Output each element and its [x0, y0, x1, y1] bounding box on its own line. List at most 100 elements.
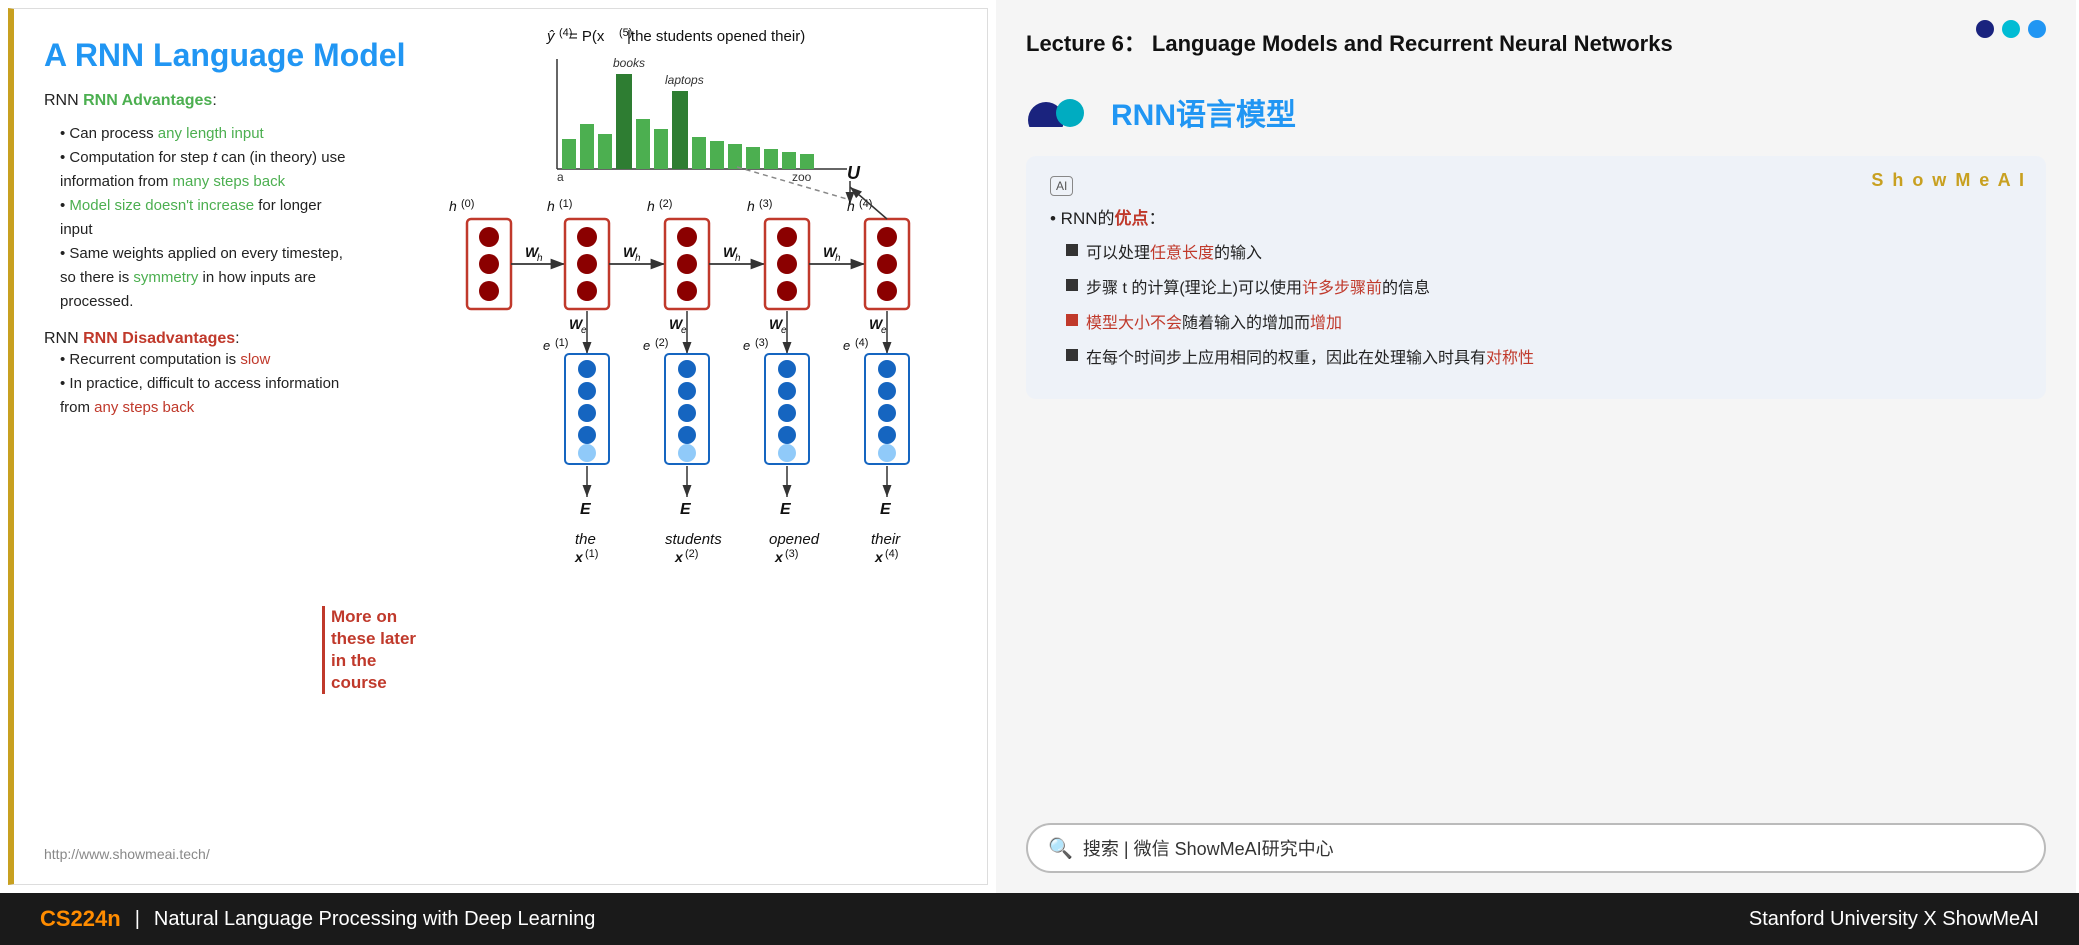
- footer-left: CS224n | Natural Language Processing wit…: [40, 906, 595, 932]
- dot-1: [1976, 20, 1994, 38]
- footer-separator: |: [135, 908, 140, 931]
- cn-bullet-4: 在每个时间步上应用相同的权重，因此在处理输入时具有对称性: [1066, 345, 2022, 374]
- svg-text:h: h: [747, 198, 755, 214]
- dis-item-1: Recurrent computation is slow: [60, 348, 354, 372]
- svg-text:e: e: [843, 338, 850, 353]
- disadvantages-section: RNN RNN Disadvantages:: [44, 330, 354, 348]
- svg-text:(1): (1): [559, 198, 572, 210]
- svg-text:e: e: [743, 338, 750, 353]
- svg-text:a: a: [557, 170, 564, 184]
- disadvantages-list: Recurrent computation is slow In practic…: [44, 348, 354, 420]
- svg-text:U: U: [847, 163, 861, 183]
- dis-colon: :: [235, 330, 239, 347]
- sq-bullet-3: [1066, 314, 1078, 326]
- advantage-item-2: Computation for step t can (in theory) u…: [60, 146, 354, 194]
- svg-text:x: x: [774, 549, 784, 565]
- advantage-item-4: Same weights applied on every timestep, …: [60, 242, 354, 314]
- sq-bullet-4: [1066, 349, 1078, 361]
- svg-text:(3): (3): [785, 548, 798, 560]
- cn-bullet-4-text: 在每个时间步上应用相同的权重，因此在处理输入时具有对称性: [1086, 345, 1534, 374]
- dot-3: [2028, 20, 2046, 38]
- svg-text:E: E: [780, 501, 792, 518]
- advantages-list: Can process any length input Computation…: [44, 122, 354, 314]
- advantage-item-1: Can process any length input: [60, 122, 354, 146]
- search-bar-container[interactable]: 🔍 搜索 | 微信 ShowMeAI研究中心: [1026, 803, 2046, 873]
- showmeai-card: AI S h o w M e A I • RNN的优点： 可以处理任意长度的输入…: [1026, 156, 2046, 400]
- svg-text:opened: opened: [769, 531, 820, 548]
- cn-bullet-2: 步骤 t 的计算(理论上)可以使用许多步骤前的信息: [1066, 275, 2022, 304]
- search-text: 搜索 | 微信 ShowMeAI研究中心: [1083, 835, 1334, 861]
- cn-bullet-1: 可以处理任意长度的输入: [1066, 240, 2022, 269]
- svg-text:e: e: [543, 338, 550, 353]
- svg-text:students: students: [665, 531, 722, 548]
- any-steps-back-text: any steps back: [94, 399, 194, 416]
- svg-text:(2): (2): [655, 337, 668, 349]
- cn-bullet-3: 模型大小不会随着输入的增加而增加: [1066, 310, 2022, 339]
- youdin-text: 优点: [1115, 209, 1149, 228]
- svg-text:(2): (2): [685, 548, 698, 560]
- duichengxing-text: 对称性: [1486, 350, 1534, 367]
- right-panel: Lecture 6： Language Models and Recurrent…: [996, 0, 2076, 893]
- svg-text:(2): (2): [659, 198, 672, 210]
- sq-bullet-2: [1066, 279, 1078, 291]
- showmeai-brand: S h o w M e A I: [1871, 170, 2026, 191]
- rnn-chinese-title: RNN语言模型: [1111, 90, 1296, 134]
- svg-text:laptops: laptops: [665, 73, 704, 87]
- svg-text:E: E: [580, 501, 592, 518]
- lecture-title-container: Lecture 6： Language Models and Recurrent…: [1026, 20, 1673, 59]
- svg-text:the: the: [575, 531, 596, 548]
- svg-text:(3): (3): [759, 198, 772, 210]
- svg-text:|the students opened their): |the students opened their): [627, 28, 805, 45]
- search-icon: 🔍: [1048, 836, 1073, 861]
- right-top-section: RNN语言模型: [1026, 85, 2046, 140]
- footer-right: Stanford University X ShowMeAI: [1749, 908, 2039, 931]
- svg-text:e: e: [881, 325, 887, 336]
- left-text-content: RNN RNN Advantages: Can process any leng…: [44, 92, 354, 420]
- footer-course-title: Natural Language Processing with Deep Le…: [154, 908, 595, 931]
- svg-text:(1): (1): [585, 548, 598, 560]
- chinese-content: • RNN的优点： 可以处理任意长度的输入 步骤 t 的计算(理论上)可以使用许…: [1050, 204, 2022, 374]
- svg-text:e: e: [781, 325, 787, 336]
- rnn-dis-label: RNN: [44, 330, 83, 347]
- cn-bullet-3-text: 模型大小不会随着输入的增加而增加: [1086, 310, 1342, 339]
- footer: CS224n | Natural Language Processing wit…: [0, 893, 2079, 945]
- svg-text:(4): (4): [855, 337, 868, 349]
- svg-text:(4): (4): [885, 548, 898, 560]
- advantages-colon: :: [212, 92, 216, 109]
- symmetry-text: symmetry: [133, 269, 198, 286]
- many-steps-text: many steps back: [173, 173, 286, 190]
- formula-text: ŷ: [546, 28, 556, 45]
- svg-text:books: books: [613, 56, 645, 70]
- svg-text:h: h: [835, 253, 841, 264]
- svg-text:h: h: [735, 253, 741, 264]
- dot-2: [2002, 20, 2020, 38]
- svg-text:E: E: [680, 501, 692, 518]
- svg-text:e: e: [643, 338, 650, 353]
- xueduo-text: 许多步骤前: [1302, 280, 1382, 297]
- model-size-text: Model size doesn't increase: [69, 197, 254, 214]
- svg-text:e: e: [681, 325, 687, 336]
- rnn-advantages-cn: • RNN的优点：: [1050, 204, 2022, 235]
- rnn-label: RNN: [44, 92, 83, 109]
- dis-item-2: In practice, difficult to access informa…: [60, 372, 354, 420]
- svg-text:x: x: [674, 549, 684, 565]
- svg-text:= P(x: = P(x: [569, 28, 605, 45]
- svg-text:h: h: [547, 198, 555, 214]
- svg-text:h: h: [847, 198, 855, 214]
- slide-url: http://www.showmeai.tech/: [44, 846, 210, 862]
- cs-label: CS224n: [40, 906, 121, 932]
- lecture-title: Lecture 6： Language Models and Recurrent…: [1026, 20, 1673, 59]
- svg-text:(1): (1): [555, 337, 568, 349]
- svg-text:x: x: [874, 549, 884, 565]
- moxing-text: 模型大小不会: [1086, 315, 1182, 332]
- renyichang-text: 任意长度: [1150, 245, 1214, 262]
- more-on-later-text: More onthese laterin thecourse: [322, 606, 416, 694]
- svg-text:e: e: [581, 325, 587, 336]
- right-header: Lecture 6： Language Models and Recurrent…: [1026, 20, 2046, 59]
- showmeai-logo: [1026, 85, 1091, 140]
- slow-text: slow: [240, 351, 270, 368]
- svg-text:(3): (3): [755, 337, 768, 349]
- search-bar[interactable]: 🔍 搜索 | 微信 ShowMeAI研究中心: [1026, 823, 2046, 873]
- ai-icon: AI: [1050, 176, 1073, 196]
- diagram-container: ŷ (4) = P(x (5) |the students opened the…: [437, 19, 977, 759]
